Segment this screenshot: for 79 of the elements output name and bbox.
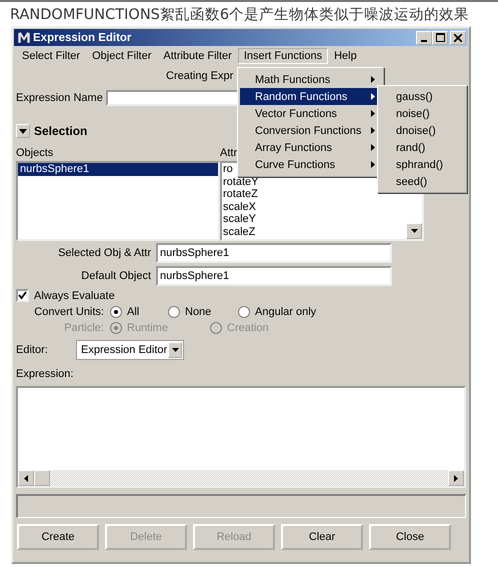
text-field[interactable]: nurbsSphere1 bbox=[156, 266, 392, 286]
field-label: Expression: bbox=[16, 368, 74, 380]
maximize-icon bbox=[436, 33, 444, 42]
radio-button[interactable] bbox=[168, 306, 180, 318]
action-button[interactable]: Create bbox=[17, 524, 99, 550]
menu-item[interactable]: seed() bbox=[380, 173, 464, 190]
menu-item[interactable]: Math Functions bbox=[240, 71, 381, 88]
dropdown-button[interactable] bbox=[168, 342, 182, 358]
menu-item[interactable]: rand() bbox=[380, 139, 464, 156]
scroll-left-button[interactable] bbox=[18, 470, 34, 486]
scroll-right-button[interactable] bbox=[448, 470, 464, 486]
radio-label: Runtime bbox=[127, 322, 168, 334]
field-label: Editor: bbox=[16, 344, 49, 356]
menu-item[interactable]: dnoise() bbox=[380, 122, 464, 139]
left-arrow-icon bbox=[24, 474, 28, 482]
list-item[interactable]: scaleZ bbox=[222, 226, 256, 238]
radio-label: Creation bbox=[227, 322, 269, 334]
menu-item[interactable]: Select Filter bbox=[16, 48, 86, 64]
menu-item[interactable]: Vector Functions bbox=[240, 105, 381, 122]
status-label: Creating Expr bbox=[166, 70, 234, 82]
menu-item[interactable]: Attribute Filter bbox=[157, 48, 238, 64]
column-header: Objects bbox=[16, 147, 54, 161]
menu-item[interactable]: sphrand() bbox=[380, 156, 464, 173]
radio-group-label: Convert Units: bbox=[33, 306, 105, 318]
close-icon bbox=[454, 34, 462, 42]
menu-item[interactable]: Object Filter bbox=[86, 48, 158, 64]
submenu-arrow-icon bbox=[371, 93, 375, 100]
radio-button[interactable] bbox=[238, 306, 250, 318]
submenu-arrow-icon bbox=[371, 144, 375, 151]
text-field[interactable]: nurbsSphere1 bbox=[156, 243, 392, 263]
scroll-thumb[interactable] bbox=[34, 470, 50, 486]
menu-item[interactable]: Curve Functions bbox=[240, 156, 381, 173]
dropdown-value: Expression Editor bbox=[81, 344, 168, 356]
check-icon bbox=[18, 291, 27, 300]
action-button[interactable]: Clear bbox=[281, 524, 363, 550]
caret-icon bbox=[410, 229, 418, 233]
field-label: Default Object bbox=[80, 270, 152, 282]
checkbox[interactable] bbox=[16, 289, 29, 302]
radio-label: All bbox=[127, 306, 140, 318]
editor-dropdown[interactable]: Expression Editor bbox=[76, 340, 184, 360]
submenu-arrow-icon bbox=[371, 110, 375, 117]
checkbox-label: Always Evaluate bbox=[34, 290, 115, 302]
submenu-arrow-icon bbox=[371, 161, 375, 168]
list-item[interactable]: nurbsSphere1 bbox=[18, 163, 218, 176]
section-title: Selection bbox=[34, 124, 88, 138]
collapse-toggle[interactable] bbox=[16, 124, 30, 138]
menu-item[interactable]: Array Functions bbox=[240, 139, 381, 156]
menu-item[interactable]: Insert Functions bbox=[238, 48, 328, 64]
caret-icon bbox=[19, 128, 27, 134]
menu-item[interactable]: Conversion Functions bbox=[240, 122, 381, 139]
list-item[interactable]: ro bbox=[222, 163, 233, 176]
caret-icon bbox=[172, 348, 178, 352]
radio-group-label: Particle: bbox=[63, 322, 105, 334]
caption-text: RANDOMFUNCTIONS絮乱函数6个是产生物体类似于噪波运动的效果 bbox=[9, 6, 470, 25]
field-label: Expression Name bbox=[16, 92, 104, 104]
scroll-down-button[interactable] bbox=[406, 223, 422, 239]
list-item[interactable]: rotateY bbox=[222, 176, 258, 188]
menu-item[interactable]: gauss() bbox=[380, 88, 464, 105]
maximize-button[interactable] bbox=[432, 30, 448, 44]
list-item[interactable]: rotateZ bbox=[222, 188, 258, 200]
column-header: Attr bbox=[220, 147, 238, 161]
app-logo-icon bbox=[17, 31, 31, 44]
list-item[interactable]: scaleX bbox=[222, 200, 256, 213]
window-title: Expression Editor bbox=[33, 32, 132, 44]
radio-button[interactable] bbox=[110, 306, 122, 318]
scrollbar[interactable] bbox=[18, 470, 464, 486]
menu-item[interactable]: noise() bbox=[380, 105, 464, 122]
right-arrow-icon bbox=[454, 474, 458, 482]
submenu-arrow-icon bbox=[371, 76, 375, 83]
minimize-button[interactable] bbox=[416, 30, 432, 44]
radio-label: None bbox=[185, 306, 212, 318]
submenu-arrow-icon bbox=[371, 127, 375, 134]
list-item[interactable]: scaleY bbox=[222, 213, 256, 226]
radio-label: Angular only bbox=[255, 306, 316, 318]
menu-item[interactable]: Help bbox=[328, 48, 363, 64]
action-button[interactable]: Close bbox=[369, 524, 451, 550]
close-button[interactable] bbox=[450, 30, 466, 44]
minimize-icon bbox=[421, 40, 427, 42]
field-label: Selected Obj & Attr bbox=[57, 247, 152, 259]
